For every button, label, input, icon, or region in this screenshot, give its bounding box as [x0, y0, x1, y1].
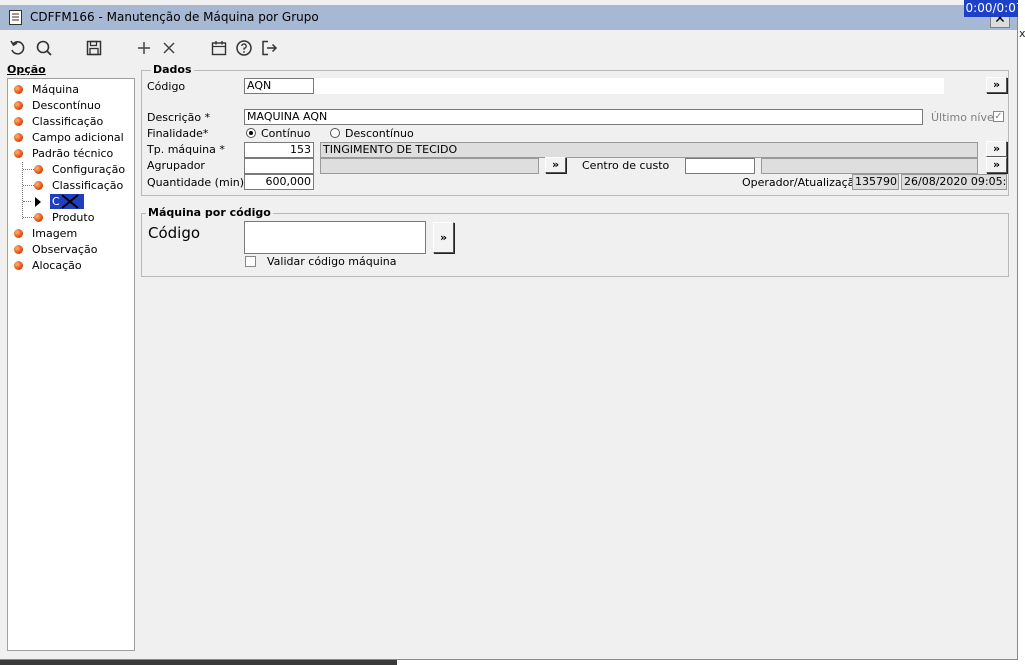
expand-arrow-icon[interactable] — [35, 197, 41, 207]
tree-item-label: Alocação — [32, 259, 82, 272]
sidebar-title: Opção — [7, 63, 46, 76]
tree-item-label: C — [52, 195, 60, 208]
timer-display: 0:00/0:07 — [964, 0, 1025, 17]
tree-connector — [23, 201, 31, 202]
bullet-icon — [14, 229, 23, 238]
bullet-icon — [14, 117, 23, 126]
codigo-description-field — [314, 78, 944, 94]
finalidade-label: Finalidade* — [147, 127, 209, 140]
app-document-icon — [9, 10, 22, 25]
bullet-icon — [34, 181, 43, 190]
right-edge-text: x — [1019, 27, 1025, 40]
maquina-codigo-group-title: Máquina por código — [146, 206, 273, 219]
bullet-icon — [14, 261, 23, 270]
add-icon[interactable] — [134, 38, 154, 58]
agrupador-field[interactable] — [244, 158, 314, 174]
delete-icon[interactable] — [159, 38, 179, 58]
descricao-label: Descrição * — [147, 111, 211, 124]
maquina-codigo-label: Código — [148, 224, 201, 242]
atualizacao-field: 26/08/2020 09:05:45 — [901, 174, 1007, 190]
finalidade-descontinuo-radio[interactable] — [330, 128, 340, 138]
centro-custo-lookup-button[interactable]: » — [986, 157, 1007, 173]
tree-item-label: Campo adicional — [32, 131, 124, 144]
tree-item-label: Produto — [52, 211, 95, 224]
codigo-field[interactable]: AQN — [244, 78, 314, 94]
bottom-bar — [0, 660, 397, 665]
tp-maquina-description: TINGIMENTO DE TECIDO — [320, 142, 978, 158]
tree-item-label: Imagem — [32, 227, 78, 240]
operador-field: 135790 — [852, 174, 899, 190]
finalidade-descontinuo-label: Descontínuo — [345, 127, 414, 140]
ultimo-nivel-label: Último nível — [931, 111, 997, 124]
undo-icon[interactable] — [8, 38, 28, 58]
codigo-lookup-button[interactable]: » — [986, 77, 1007, 93]
finalidade-continuo-radio[interactable] — [246, 128, 256, 138]
bullet-icon — [14, 149, 23, 158]
maquina-codigo-lookup-button[interactable]: » — [433, 222, 454, 253]
option-tree: Máquina Descontínuo Classificação Campo … — [7, 78, 135, 651]
tp-maquina-label: Tp. máquina * — [147, 143, 225, 156]
tree-connector — [22, 162, 23, 219]
tree-connector — [23, 169, 34, 170]
codigo-label: Código — [147, 80, 186, 93]
help-icon[interactable] — [234, 38, 254, 58]
agrupador-lookup-button[interactable]: » — [545, 157, 566, 173]
exit-icon[interactable] — [259, 38, 279, 58]
bullet-icon — [14, 85, 23, 94]
validar-codigo-label: Validar código máquina — [267, 255, 397, 268]
right-gutter — [1018, 0, 1025, 665]
tree-item-label: Observação — [32, 243, 98, 256]
dados-group-title: Dados — [151, 63, 194, 76]
tree-item-label: Descontínuo — [32, 99, 101, 112]
validar-codigo-checkbox[interactable] — [245, 256, 256, 267]
centro-custo-field[interactable] — [685, 158, 755, 174]
tree-item-label: Classificação — [32, 115, 104, 128]
quantidade-field[interactable]: 600,000 — [244, 174, 314, 190]
centro-custo-description — [761, 158, 978, 174]
search-icon[interactable] — [34, 38, 54, 58]
bullet-icon — [34, 213, 43, 222]
window-title: CDFFM166 - Manutenção de Máquina por Gru… — [30, 10, 319, 24]
agrupador-description — [320, 158, 539, 174]
bullet-icon — [14, 245, 23, 254]
bullet-icon — [14, 101, 23, 110]
tree-connector — [23, 217, 34, 218]
tp-maquina-field[interactable]: 153 — [244, 142, 314, 158]
tree-item-label: Máquina — [32, 83, 79, 96]
ultimo-nivel-checkbox[interactable]: ✓ — [993, 111, 1004, 122]
tree-connector — [23, 185, 34, 186]
agrupador-label: Agrupador — [147, 159, 205, 172]
tp-maquina-lookup-button[interactable]: » — [986, 141, 1007, 157]
maquina-codigo-field[interactable] — [244, 221, 426, 254]
descricao-field[interactable]: MAQUINA AQN — [244, 109, 923, 125]
bullet-icon — [34, 165, 43, 174]
centro-custo-label: Centro de custo — [582, 159, 670, 172]
quantidade-label: Quantidade (min) — [147, 176, 245, 189]
finalidade-continuo-label: Contínuo — [261, 127, 311, 140]
tree-item-label: Padrão técnico — [32, 147, 114, 160]
calendar-icon[interactable] — [209, 38, 229, 58]
operador-label: Operador/Atualização — [742, 176, 862, 189]
tree-item-label: Classificação — [52, 179, 124, 192]
drag-cross-icon — [61, 194, 79, 209]
tree-item-label: Configuração — [52, 163, 126, 176]
save-icon[interactable] — [84, 38, 104, 58]
bullet-icon — [14, 133, 23, 142]
